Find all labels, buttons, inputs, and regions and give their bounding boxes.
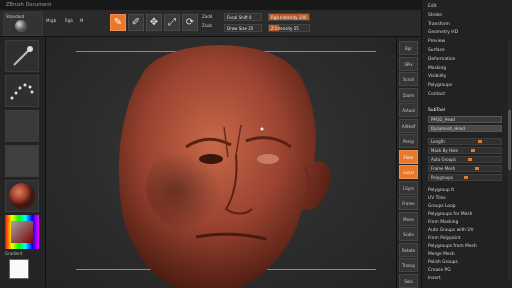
shelf-button-persp[interactable]: Persp	[399, 134, 418, 148]
tray-slider-mask-by-hole[interactable]: Mask By Hole	[428, 147, 502, 154]
right-tray: Edit Stroke Transform Geometry HD Preview Sur…	[421, 0, 512, 288]
tray-slider-handle[interactable]	[471, 149, 475, 152]
z-intensity-label: Z Intensity 25	[271, 26, 299, 31]
material-tile[interactable]	[5, 180, 39, 212]
color-picker[interactable]	[5, 215, 39, 249]
tray-menu-geometry-hd[interactable]: Geometry HD	[428, 30, 458, 36]
gradient-label: Gradient	[5, 251, 23, 256]
shelf-button-aahalf[interactable]: AAHalf	[399, 118, 418, 133]
tray-item-auto-groups-with-uv[interactable]: Auto Groups with UV	[428, 228, 474, 234]
stroke-tile[interactable]	[5, 75, 39, 107]
tray-menu-contact[interactable]: Contact	[428, 92, 445, 98]
draw-size-label: Draw Size 25	[227, 26, 254, 31]
dots-stroke-icon	[10, 83, 34, 100]
tray-item-crease-pg[interactable]: Crease PG	[428, 268, 451, 274]
tray-menu-deformation[interactable]: Deformation	[428, 57, 455, 63]
right-shelf: Bpr SPix Scroll Zoom Actual AAHalf Persp Floor L…	[396, 37, 421, 288]
tray-scrollbar[interactable]	[508, 40, 511, 280]
head-model	[118, 45, 331, 288]
shelf-button-frame[interactable]: Frame	[399, 196, 418, 210]
draw-size-slider[interactable]: Draw Size 25	[224, 24, 262, 32]
brush-icon	[13, 46, 33, 66]
brush-tile[interactable]	[5, 40, 39, 72]
tray-item-polygroup-it[interactable]: Polygroup It	[428, 188, 454, 194]
tray-slider-length[interactable]: Length	[428, 138, 502, 145]
zadd-button[interactable]: Zadd	[202, 14, 212, 19]
material-sphere-icon	[9, 183, 35, 209]
rgb-button[interactable]: Rgb	[65, 18, 73, 23]
main-color-swatch[interactable]	[9, 259, 29, 279]
left-shelf: Gradient	[0, 37, 46, 288]
tray-menu-polygroups[interactable]: Polygroups	[428, 83, 452, 89]
shelf-button-lsym[interactable]: LSym	[399, 180, 418, 195]
shelf-button-scale[interactable]: Scale	[399, 227, 418, 241]
tray-slider-handle[interactable]	[474, 167, 479, 170]
z-intensity-slider[interactable]: Z Intensity 25	[268, 24, 310, 32]
shelf-button-bpr[interactable]: Bpr	[399, 41, 418, 55]
color-wheel-icon	[5, 215, 39, 249]
tray-slider-handle[interactable]	[478, 140, 482, 143]
tray-item-polish-groups[interactable]: Polish Groups	[428, 260, 458, 266]
subtool-list-item[interactable]: PM3D_Head	[428, 116, 502, 123]
subtool-header[interactable]: SubTool	[428, 108, 445, 114]
tray-slider-auto-groups[interactable]: Auto Groups	[428, 156, 502, 163]
tray-slider-polygroups[interactable]: Polygroups	[428, 174, 502, 181]
shelf-button-transp[interactable]: Transp	[399, 258, 418, 272]
brush-sphere-icon	[15, 20, 27, 32]
shelf-button-scroll[interactable]: Scroll	[399, 72, 418, 86]
shelf-button-spix[interactable]: SPix	[399, 56, 418, 71]
tray-slider-label: Length	[431, 139, 445, 144]
brush-selector[interactable]: Standard	[3, 12, 43, 36]
rotate-button[interactable]: ⟳	[182, 14, 198, 31]
subtool-selected-item[interactable]: Dynamesh_Head	[428, 125, 502, 132]
tray-slider-label: Auto Groups	[431, 157, 456, 162]
canvas-viewport[interactable]	[46, 37, 396, 288]
tray-slider-label: Frame Mesh	[431, 166, 456, 171]
draw-button[interactable]: ✐	[128, 14, 144, 31]
tray-menu-visibility[interactable]: Visibility	[428, 74, 446, 80]
tray-menu-surface[interactable]: Surface	[428, 48, 445, 54]
move-button[interactable]: ✥	[146, 14, 162, 31]
edit-button[interactable]: ✎	[110, 14, 126, 31]
tray-item-insert[interactable]: Insert	[428, 276, 441, 282]
tray-item-from-masking[interactable]: From Masking	[428, 220, 458, 226]
tray-slider-label: Mask By Hole	[431, 148, 458, 153]
tray-menu-preview[interactable]: Preview	[428, 39, 445, 45]
tray-slider-frame-mesh[interactable]: Frame Mesh	[428, 165, 502, 172]
rgb-intensity-label: Rgb Intensity 100	[271, 15, 307, 20]
shelf-button-move[interactable]: Move	[399, 211, 418, 226]
texture-tile[interactable]	[5, 145, 39, 177]
shelf-button-floor[interactable]: Floor	[399, 149, 418, 164]
tray-item-polygroups-for-mesh[interactable]: Polygroups for Mesh	[428, 212, 472, 218]
tray-item-groups-loop[interactable]: Groups Loop	[428, 204, 456, 210]
focal-shift-slider[interactable]: Focal Shift 0	[224, 13, 262, 21]
shelf-button-local[interactable]: Local	[399, 165, 418, 179]
shelf-button-rotate[interactable]: Rotate	[399, 242, 418, 257]
tray-slider-handle[interactable]	[467, 158, 472, 161]
tray-item-from-polypaint[interactable]: From Polypaint	[428, 236, 460, 242]
mrgb-button[interactable]: Mrgb	[46, 18, 56, 23]
tray-scroll-thumb[interactable]	[508, 110, 511, 170]
shelf-button-solo[interactable]: Solo	[399, 273, 418, 288]
shelf-button-actual[interactable]: Actual	[399, 103, 418, 117]
tray-item-merge-mesh[interactable]: Merge Mesh	[428, 252, 455, 258]
rgb-intensity-slider[interactable]: Rgb Intensity 100	[268, 13, 310, 21]
shelf-button-zoom[interactable]: Zoom	[399, 87, 418, 102]
tray-slider-handle[interactable]	[464, 176, 468, 179]
tray-item-uv-tiles[interactable]: UV Tiles	[428, 196, 446, 202]
tray-menu-edit[interactable]: Edit	[428, 4, 437, 10]
m-button[interactable]: M	[80, 18, 83, 23]
tray-menu-masking[interactable]: Masking	[428, 66, 446, 72]
zsub-button[interactable]: Zsub	[202, 23, 212, 28]
tray-menu-transform[interactable]: Transform	[428, 22, 450, 28]
scale-button[interactable]: ⤢	[164, 14, 180, 31]
tray-slider-label: Polygroups	[431, 175, 453, 180]
alpha-tile[interactable]	[5, 110, 39, 142]
tray-item-polygroups-from-mesh[interactable]: Polygroups from Mesh	[428, 244, 477, 250]
focal-shift-label: Focal Shift 0	[227, 15, 252, 20]
tray-menu-stroke[interactable]: Stroke	[428, 13, 442, 19]
